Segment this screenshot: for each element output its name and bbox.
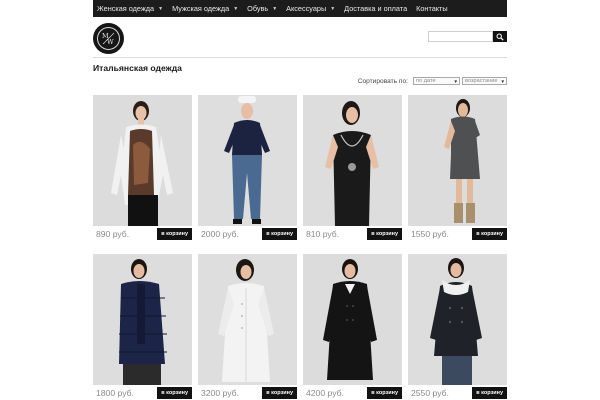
product-card: 810 руб. в корзину (303, 95, 402, 242)
product-price: 810 руб. (306, 229, 340, 239)
nav-item-label: Женская одежда (97, 4, 155, 13)
product-price: 1550 руб. (411, 229, 449, 239)
sort-order-value: возрастание (465, 78, 498, 84)
add-to-cart-button[interactable]: в корзину (472, 228, 507, 240)
product-card: 890 руб. в корзину (93, 95, 192, 242)
product-price: 1800 руб. (96, 388, 134, 398)
chevron-down-icon: ▼ (500, 78, 505, 84)
product-card: 1550 руб. в корзину (408, 95, 507, 242)
add-to-cart-button[interactable]: в корзину (262, 387, 297, 399)
search-icon (496, 33, 504, 41)
add-to-cart-button[interactable]: в корзину (157, 228, 192, 240)
sort-label: Сортировать по: (357, 77, 408, 85)
logo-monogram-icon: M W (97, 27, 120, 50)
nav-item-label: Обувь (247, 4, 269, 13)
product-card: 3200 руб. в корзину (198, 254, 297, 400)
nav-item-shoes[interactable]: Обувь ▼ (247, 4, 277, 13)
nav-item-accessories[interactable]: Аксессуары ▼ (286, 4, 335, 13)
product-card: 4200 руб. в корзину (303, 254, 402, 400)
price-row: 1550 руб. в корзину (408, 226, 507, 242)
product-photo[interactable] (93, 95, 192, 226)
page-title: Итальянская одежда (93, 63, 182, 73)
product-photo[interactable] (303, 95, 402, 226)
chevron-down-icon: ▼ (453, 78, 458, 84)
sort-bar: Сортировать по: по дате ▼ возрастание ▼ (358, 77, 507, 85)
dropdown-arrow-icon: ▼ (272, 5, 278, 12)
product-price: 2550 руб. (411, 388, 449, 398)
sort-order-select[interactable]: возрастание ▼ (462, 77, 507, 85)
header-divider (93, 57, 507, 58)
site-logo[interactable]: M W (93, 23, 124, 54)
product-price: 3200 руб. (201, 388, 239, 398)
add-to-cart-button[interactable]: в корзину (367, 387, 402, 399)
price-row: 3200 руб. в корзину (198, 385, 297, 400)
nav-item-label: Доставка и оплата (344, 4, 408, 13)
nav-item-label: Контакты (416, 4, 448, 13)
product-photo[interactable] (408, 254, 507, 385)
dropdown-arrow-icon: ▼ (233, 5, 239, 12)
sort-field-value: по дате (416, 78, 436, 84)
dropdown-arrow-icon: ▼ (158, 5, 164, 12)
product-photo[interactable] (93, 254, 192, 385)
nav-item-mens-clothing[interactable]: Мужская одежда ▼ (172, 4, 238, 13)
nav-item-delivery-payment[interactable]: Доставка и оплата (344, 4, 407, 13)
price-row: 810 руб. в корзину (303, 226, 402, 242)
search-button[interactable] (493, 31, 507, 42)
add-to-cart-button[interactable]: в корзину (262, 228, 297, 240)
add-to-cart-button[interactable]: в корзину (157, 387, 192, 399)
product-card: 1800 руб. в корзину (93, 254, 192, 400)
price-row: 1800 руб. в корзину (93, 385, 192, 400)
price-row: 2550 руб. в корзину (408, 385, 507, 400)
product-photo[interactable] (198, 254, 297, 385)
price-row: 4200 руб. в корзину (303, 385, 402, 400)
nav-item-womens-clothing[interactable]: Женская одежда ▼ (97, 4, 163, 13)
price-row: 890 руб. в корзину (93, 226, 192, 242)
product-photo[interactable] (408, 95, 507, 226)
nav-item-label: Аксессуары (286, 4, 327, 13)
top-navigation: Женская одежда ▼ Мужская одежда ▼ Обувь ▼ А… (93, 0, 507, 17)
add-to-cart-button[interactable]: в корзину (472, 387, 507, 399)
price-row: 2000 руб. в корзину (198, 226, 297, 242)
nav-item-contacts[interactable]: Контакты (416, 4, 448, 13)
product-price: 2000 руб. (201, 229, 239, 239)
product-price: 4200 руб. (306, 388, 344, 398)
product-photo[interactable] (303, 254, 402, 385)
product-card: 2550 руб. в корзину (408, 254, 507, 400)
add-to-cart-button[interactable]: в корзину (367, 228, 402, 240)
sort-field-select[interactable]: по дате ▼ (413, 77, 460, 85)
product-price: 890 руб. (96, 229, 130, 239)
product-photo[interactable] (198, 95, 297, 226)
dropdown-arrow-icon: ▼ (330, 5, 336, 12)
search-input[interactable] (428, 31, 493, 42)
product-card: 2000 руб. в корзину (198, 95, 297, 242)
nav-item-label: Мужская одежда (172, 4, 230, 13)
